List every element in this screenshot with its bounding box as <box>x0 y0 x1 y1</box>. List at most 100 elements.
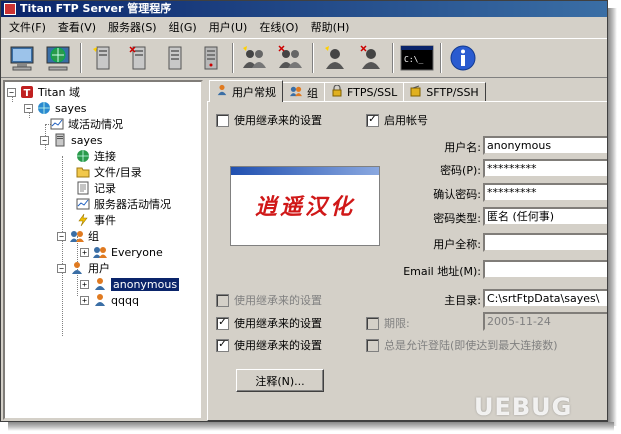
home-dir-label: 主目录: <box>444 294 481 307</box>
tree-domain[interactable]: − sayes <box>40 132 102 148</box>
expire-date-field[interactable]: 2005-11-24 <box>483 312 607 331</box>
tree-server-activity[interactable]: 域活动情况 <box>49 116 123 132</box>
password-field[interactable]: ********* <box>483 159 607 178</box>
email-label: Email 地址(M): <box>403 265 481 278</box>
checkbox[interactable] <box>216 113 229 127</box>
toolbar-server-add-button[interactable] <box>85 41 121 75</box>
tab-user-general[interactable]: 用户常规 <box>209 80 283 102</box>
tree-user-qqqq-label: qqqq <box>111 293 139 307</box>
toolbar-globe-button[interactable] <box>41 41 77 75</box>
logo-text: 逍遥汉化 <box>254 194 355 220</box>
tab-label: 组 <box>307 86 318 100</box>
computer-icon <box>10 46 34 71</box>
collapse-icon[interactable]: − <box>57 231 66 241</box>
tree-user-qqqq[interactable]: + qqqq <box>80 292 139 308</box>
group-add-icon <box>243 46 266 68</box>
tree-server[interactable]: − sayes <box>24 100 86 116</box>
confirm-password-field[interactable]: ********* <box>483 183 607 202</box>
toolbar-computer-button[interactable] <box>5 41 41 75</box>
tree-group-everyone[interactable]: + Everyone <box>80 244 163 260</box>
collapse-icon[interactable]: − <box>40 135 49 145</box>
menu-bar: 文件(F) 查看(V) 服务器(S) 组(G) 用户(U) 在线(O) 帮助(H… <box>1 18 607 37</box>
always-allow-label: 总是允许登陆(即使达到最大连接数) <box>384 339 558 352</box>
user-icon <box>69 261 85 275</box>
notes-button[interactable]: 注释(N)... <box>236 369 324 392</box>
toolbar-user-delete-button[interactable] <box>353 41 389 75</box>
tree-item-label: 记录 <box>94 182 116 195</box>
menu-group[interactable]: 组(G) <box>163 18 203 37</box>
always-allow-checkbox[interactable]: 总是允许登陆(即使达到最大连接数) <box>366 337 558 353</box>
inherit-checkbox-always[interactable]: ✓ 使用继承来的设置 <box>216 337 322 353</box>
expire-checkbox[interactable]: 期限: <box>366 315 410 331</box>
menu-server[interactable]: 服务器(S) <box>102 18 163 37</box>
info-icon <box>450 45 476 71</box>
tree-view[interactable]: − T Titan 域 − sayes 域活动情况 − sayes 连接 文件/… <box>3 80 203 420</box>
full-name-field[interactable] <box>483 233 607 252</box>
tree-users[interactable]: − 用户 <box>57 260 110 276</box>
toolbar-server-delete-button[interactable] <box>121 41 157 75</box>
tree-item-events[interactable]: 事件 <box>75 212 116 228</box>
checkbox[interactable]: ✓ <box>216 316 229 330</box>
toolbar: C:\_ <box>1 38 607 78</box>
group-icon <box>69 229 85 243</box>
tree-item-server-activity[interactable]: 服务器活动情况 <box>75 196 171 212</box>
full-name-label: 用户全称: <box>433 238 481 251</box>
enable-account-checkbox[interactable]: ✓ 启用帐号 <box>366 112 428 128</box>
tree-item-log[interactable]: 记录 <box>75 180 116 196</box>
tree-root[interactable]: − T Titan 域 <box>7 84 80 100</box>
server-icon <box>52 133 68 147</box>
menu-file[interactable]: 文件(F) <box>3 18 52 37</box>
menu-online[interactable]: 在线(O) <box>253 18 304 37</box>
checkbox[interactable]: ✓ <box>366 113 379 127</box>
window-shadow-bottom <box>8 422 614 431</box>
toolbar-group-add-button[interactable] <box>237 41 273 75</box>
inherit-checkbox-top[interactable]: 使用继承来的设置 <box>216 112 322 128</box>
expand-icon[interactable]: + <box>80 247 89 257</box>
tab-group[interactable]: 组 <box>282 82 325 102</box>
tree-item-files[interactable]: 文件/目录 <box>75 164 142 180</box>
menu-user[interactable]: 用户(U) <box>203 18 254 37</box>
username-field[interactable]: anonymous <box>483 136 607 155</box>
tree-item-label: 文件/目录 <box>94 166 142 179</box>
activity-icon <box>49 117 65 131</box>
collapse-icon[interactable]: − <box>57 263 66 273</box>
expand-icon[interactable]: + <box>80 279 89 289</box>
checkbox[interactable]: ✓ <box>216 338 229 352</box>
home-dir-field[interactable]: C:\srtFtpData\sayes\ <box>483 289 607 308</box>
log-icon <box>75 181 91 195</box>
localization-logo: 逍遥汉化 <box>230 166 380 246</box>
checkbox[interactable] <box>216 293 229 307</box>
tree-domain-label: sayes <box>71 133 103 147</box>
toolbar-server-stop-button[interactable] <box>193 41 229 75</box>
inherit-checkbox-homedir[interactable]: 使用继承来的设置 <box>216 292 322 308</box>
key-lock-icon <box>410 85 422 100</box>
toolbar-group-delete-button[interactable] <box>273 41 309 75</box>
menu-help[interactable]: 帮助(H) <box>305 18 356 37</box>
tree-item-label: 事件 <box>94 214 116 227</box>
group-icon <box>92 245 108 259</box>
tree-user-anonymous[interactable]: + anonymous <box>80 276 180 292</box>
inherit-checkbox-expire[interactable]: ✓ 使用继承来的设置 <box>216 315 322 331</box>
server-delete-icon <box>129 46 146 70</box>
tree-groups[interactable]: − 组 <box>57 228 99 244</box>
collapse-icon[interactable]: − <box>24 103 33 113</box>
menu-view[interactable]: 查看(V) <box>52 18 102 37</box>
tree-item-connections[interactable]: 连接 <box>75 148 116 164</box>
collapse-icon[interactable]: − <box>7 87 16 97</box>
checkbox[interactable] <box>366 338 379 352</box>
logo-caption-bar <box>231 167 379 175</box>
inherit-label: 使用继承来的设置 <box>234 294 322 307</box>
password-type-select[interactable]: 匿名 (任何事) <box>483 207 607 226</box>
folder-icon <box>75 165 91 179</box>
toolbar-server-start-button[interactable] <box>157 41 193 75</box>
expand-icon[interactable]: + <box>80 295 89 305</box>
toolbar-console-button[interactable]: C:\_ <box>397 41 437 75</box>
toolbar-info-button[interactable] <box>445 41 481 75</box>
checkbox[interactable] <box>366 316 379 330</box>
tab-sftp-ssh[interactable]: SFTP/SSH <box>403 82 486 102</box>
password-type-label: 密码类型: <box>433 212 481 225</box>
toolbar-user-add-button[interactable] <box>317 41 353 75</box>
username-label: 用户名: <box>444 141 481 154</box>
tab-ftps-ssl[interactable]: FTPS/SSL <box>324 82 405 102</box>
email-field[interactable] <box>483 260 607 279</box>
